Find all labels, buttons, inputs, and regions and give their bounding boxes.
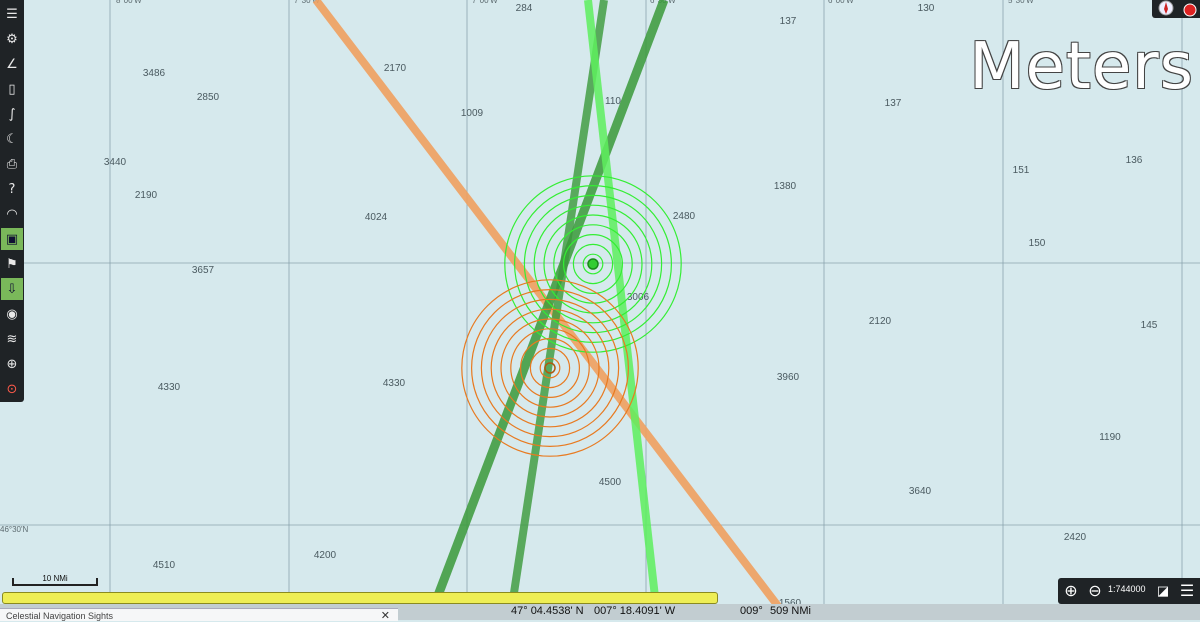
progress-bar [2, 592, 718, 604]
quilt-icon[interactable]: ◪ [1152, 580, 1174, 602]
depth-sounding: 3440 [104, 157, 127, 168]
depth-sounding: 4510 [153, 560, 176, 571]
grid-coordinate-label: 7°00'W [472, 0, 498, 5]
zoom-controls: ⊕ ⊖ 1:744000 ◪ ☰ [1058, 578, 1200, 604]
celestial-navigation-panel[interactable]: Celestial Navigation Sights ✕ [0, 608, 398, 622]
scale-bar-label: 10 NMi [42, 574, 68, 583]
depth-sounding: 151 [1013, 165, 1030, 176]
compass-icon[interactable]: ◉ [1, 303, 23, 325]
download-icon[interactable]: ⇩ [1, 278, 23, 300]
depth-sounding: 3657 [192, 265, 215, 276]
dome-icon[interactable]: ◠ [1, 203, 23, 225]
depth-sounding: 1380 [774, 181, 797, 192]
depth-sounding: 145 [1141, 320, 1158, 331]
depth-sounding: 130 [918, 3, 935, 14]
depth-sounding: 137 [885, 98, 902, 109]
scale-bar-tick-left [12, 578, 14, 586]
depth-units-label: Meters [969, 30, 1194, 104]
depth-sounding: 4024 [365, 212, 388, 223]
depth-sounding: 2120 [869, 316, 892, 327]
help-icon[interactable]: ? [1, 178, 23, 200]
chart-scale: 1:744000 [1108, 584, 1146, 594]
lifebuoy-icon[interactable]: ⊙ [1, 378, 23, 400]
left-toolbar: ☰ ⚙ ∠ ▯ ∫ ☾ ⎙? ◠ ▣ ⚑ ⇩ ◉ ≋ ⊕ ⊙ [0, 0, 24, 402]
print-icon[interactable]: ⎙ [1, 153, 23, 175]
hamburger-menu-icon[interactable]: ☰ [1176, 580, 1198, 602]
cursor-bearing: 009° [740, 605, 763, 617]
depth-sounding: 2170 [384, 63, 407, 74]
depth-sounding: 3960 [777, 372, 800, 383]
depth-sounding: 150 [1029, 238, 1046, 249]
depth-sounding: 284 [516, 3, 533, 14]
document-icon[interactable]: ▯ [1, 78, 23, 100]
wind-icon[interactable]: ≋ [1, 328, 23, 350]
grid-coordinate-label: 5°30'W [1008, 0, 1034, 5]
cursor-latitude: 47° 04.4538' N [511, 605, 584, 617]
grid-coordinate-label: 8°00'W [116, 0, 142, 5]
close-icon[interactable]: ✕ [381, 609, 390, 622]
scale-bar-line [12, 584, 98, 586]
depth-sounding: 137 [780, 16, 797, 27]
menu-icon[interactable]: ☰ [1, 3, 23, 25]
cursor-distance: 509 NMi [770, 605, 811, 617]
depth-sounding: 2420 [1064, 532, 1087, 543]
zoom-out-icon[interactable]: ⊖ [1084, 580, 1106, 602]
clock-icon[interactable]: ⊕ [1, 353, 23, 375]
depth-sounding: 4330 [158, 382, 181, 393]
depth-sounding: 110 [605, 96, 621, 107]
depth-sounding: 2850 [197, 92, 220, 103]
depth-sounding: 4500 [599, 477, 622, 488]
depth-sounding: 3486 [143, 68, 166, 79]
depth-sounding: 2190 [135, 190, 158, 201]
depth-sounding: 136 [1126, 155, 1143, 166]
depth-sounding: 4200 [314, 550, 337, 561]
cursor-longitude: 007° 18.4091' W [594, 605, 676, 617]
settings-icon[interactable]: ⚙ [1, 28, 23, 50]
flag-icon[interactable]: ⚑ [1, 253, 23, 275]
track-icon[interactable]: ∫ [1, 103, 23, 125]
depth-sounding: 1009 [461, 108, 484, 119]
depth-sounding: 2480 [673, 211, 696, 222]
depth-sounding: 3640 [909, 486, 932, 497]
green-fix-center[interactable] [587, 258, 599, 270]
depth-sounding: 1190 [1099, 432, 1121, 443]
chart-image-icon[interactable]: ▣ [1, 228, 23, 250]
top-right-status-icons [1152, 0, 1200, 18]
alarm-icon[interactable] [1183, 3, 1197, 17]
depth-sounding: 4330 [383, 378, 406, 389]
scale-bar: 10 NMi [10, 574, 100, 588]
zoom-in-icon[interactable]: ⊕ [1060, 580, 1082, 602]
night-mode-icon[interactable]: ☾ [1, 128, 23, 150]
scale-bar-tick-right [96, 578, 98, 586]
route-icon[interactable]: ∠ [1, 53, 23, 75]
grid-coordinate-label: 6°00'W [828, 0, 854, 5]
grid-coordinate-label: 46°30'N [0, 525, 29, 534]
